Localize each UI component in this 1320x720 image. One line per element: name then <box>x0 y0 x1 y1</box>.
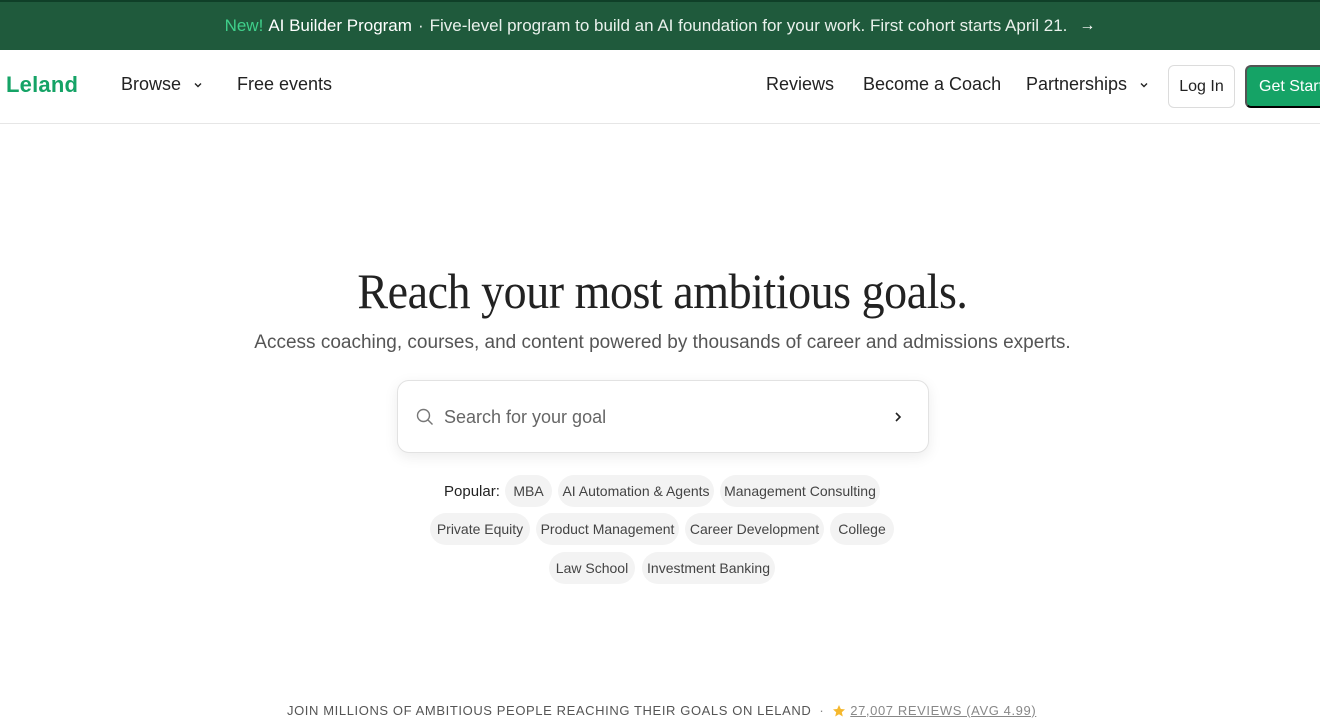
login-button[interactable]: Log In <box>1168 65 1235 108</box>
chevron-down-icon <box>1139 80 1149 90</box>
get-started-button[interactable]: Get Started <box>1245 65 1320 108</box>
nav-partnerships-menu[interactable]: Partnerships <box>1026 74 1149 95</box>
search-icon <box>416 408 434 426</box>
popular-chip[interactable]: AI Automation & Agents <box>558 475 714 507</box>
chevron-right-icon[interactable] <box>890 409 906 425</box>
popular-chip[interactable]: Private Equity <box>430 513 530 545</box>
social-proof-line: JOIN MILLIONS OF AMBITIOUS PEOPLE REACHI… <box>287 703 1036 718</box>
chevron-down-icon <box>193 80 203 90</box>
social-proof-separator: · <box>819 703 825 718</box>
social-proof-tagline: JOIN MILLIONS OF AMBITIOUS PEOPLE REACHI… <box>287 703 812 718</box>
announcement-banner[interactable]: New! AI Builder Program · Five-level pro… <box>0 0 1320 50</box>
leland-logo[interactable]: Leland <box>6 72 78 98</box>
popular-chip[interactable]: Management Consulting <box>720 475 880 507</box>
nav-free-events-link[interactable]: Free events <box>237 74 332 95</box>
nav-become-coach-label: Become a Coach <box>863 74 1002 94</box>
goal-search-input[interactable] <box>444 399 864 435</box>
arrow-right-icon[interactable]: → <box>1079 17 1095 35</box>
hero-title: Reach your most ambitious goals. <box>357 263 968 319</box>
nav-browse-menu[interactable]: Browse <box>121 74 203 95</box>
popular-chip[interactable]: MBA <box>505 475 552 507</box>
popular-chip[interactable]: Career Development <box>685 513 824 545</box>
popular-chip[interactable]: Product Management <box>536 513 679 545</box>
popular-label: Popular: <box>444 483 500 500</box>
popular-chip[interactable]: College <box>830 513 894 545</box>
nav-browse-label: Browse <box>121 74 182 94</box>
top-navigation: Leland Browse Free events Reviews Become… <box>0 50 1320 124</box>
nav-reviews-link[interactable]: Reviews <box>766 74 834 95</box>
nav-reviews-label: Reviews <box>766 74 835 94</box>
popular-chip[interactable]: Investment Banking <box>642 552 775 584</box>
nav-become-coach-link[interactable]: Become a Coach <box>863 74 1001 95</box>
popular-chip[interactable]: Law School <box>549 552 635 584</box>
nav-partnerships-label: Partnerships <box>1026 74 1128 94</box>
announcement-separator: · <box>417 16 424 35</box>
hero-subtitle: Access coaching, courses, and content po… <box>254 332 1071 353</box>
announcement-program-label: AI Builder Program <box>268 16 412 35</box>
nav-free-events-label: Free events <box>237 74 333 94</box>
goal-search-box[interactable] <box>397 380 929 453</box>
reviews-count-link[interactable]: 27,007 REVIEWS (AVG 4.99) <box>850 703 1036 718</box>
announcement-message: Five-level program to build an AI founda… <box>429 16 1068 35</box>
announcement-new-label: New! <box>224 16 264 35</box>
star-icon <box>832 704 846 718</box>
